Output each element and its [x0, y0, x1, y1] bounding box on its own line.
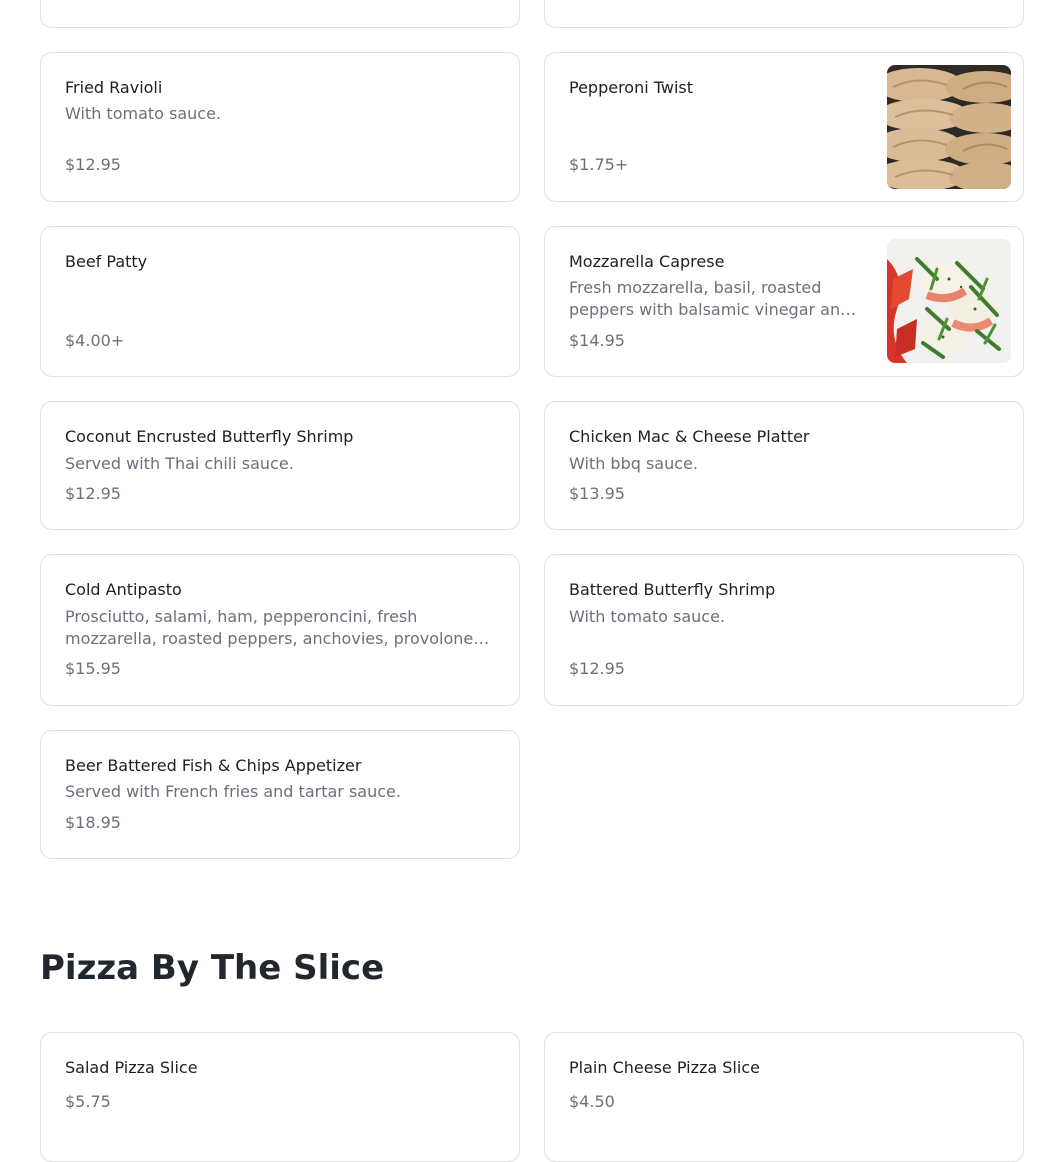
- item-title: Beer Battered Fish & Chips Appetizer: [65, 756, 362, 775]
- item-title: Cold Antipasto: [65, 580, 182, 599]
- item-price: $4.50: [569, 1092, 615, 1111]
- section-title: Pizza By The Slice: [40, 948, 385, 988]
- menu-item-pepperoni-twist[interactable]: Pepperoni Twist $1.75+: [544, 52, 1024, 202]
- menu-item-fried-ravioli[interactable]: Fried Ravioli With tomato sauce. $12.95: [40, 52, 520, 202]
- item-title: Fried Ravioli: [65, 78, 163, 97]
- item-description: Fresh mozzarella, basil, roasted peppers…: [569, 278, 851, 319]
- item-description: With tomato sauce.: [65, 104, 222, 123]
- menu-item-plain-cheese-pizza-slice[interactable]: Plain Cheese Pizza Slice $4.50: [544, 1032, 1024, 1162]
- item-price: $13.95: [569, 484, 625, 503]
- item-description: Served with Thai chili sauce.: [65, 454, 294, 473]
- menu-item-card[interactable]: [40, 0, 520, 28]
- menu-item-cold-antipasto[interactable]: Cold Antipasto Prosciutto, salami, ham, …: [40, 554, 520, 706]
- item-description: With tomato sauce.: [569, 607, 726, 626]
- item-title: Battered Butterfly Shrimp: [569, 580, 776, 599]
- menu-item-battered-shrimp[interactable]: Battered Butterfly Shrimp With tomato sa…: [544, 554, 1024, 706]
- item-title: Beef Patty: [65, 252, 148, 271]
- pepperoni-twist-photo: [887, 65, 1011, 189]
- menu-item-fish-chips[interactable]: Beer Battered Fish & Chips Appetizer Ser…: [40, 730, 520, 859]
- item-price: $12.95: [569, 659, 625, 678]
- item-price: $12.95: [65, 155, 121, 174]
- item-price: $15.95: [65, 659, 121, 678]
- menu-item-mozzarella-caprese[interactable]: Mozzarella Caprese Fresh mozzarella, bas…: [544, 226, 1024, 377]
- item-description: Served with French fries and tartar sauc…: [65, 782, 401, 801]
- item-title: Coconut Encrusted Butterfly Shrimp: [65, 427, 354, 446]
- menu-item-chicken-mac-cheese[interactable]: Chicken Mac & Cheese Platter With bbq sa…: [544, 401, 1024, 530]
- item-price: $1.75+: [569, 155, 629, 174]
- menu-item-card[interactable]: [544, 0, 1024, 28]
- item-description: With bbq sauce.: [569, 454, 698, 473]
- item-title: Salad Pizza Slice: [65, 1058, 198, 1077]
- item-title: Mozzarella Caprese: [569, 252, 725, 271]
- item-price: $14.95: [569, 331, 625, 350]
- item-title: Plain Cheese Pizza Slice: [569, 1058, 760, 1077]
- item-price: $12.95: [65, 484, 121, 503]
- item-title: Chicken Mac & Cheese Platter: [569, 427, 810, 446]
- item-price: $18.95: [65, 813, 121, 832]
- mozzarella-caprese-photo: [887, 239, 1011, 363]
- menu-item-salad-pizza-slice[interactable]: Salad Pizza Slice $5.75: [40, 1032, 520, 1162]
- item-description: Prosciutto, salami, ham, pepperoncini, f…: [65, 607, 474, 648]
- menu-item-coconut-shrimp[interactable]: Coconut Encrusted Butterfly Shrimp Serve…: [40, 401, 520, 530]
- item-title: Pepperoni Twist: [569, 78, 694, 97]
- item-price: $4.00+: [65, 331, 125, 350]
- menu-item-beef-patty[interactable]: Beef Patty $4.00+: [40, 226, 520, 377]
- item-price: $5.75: [65, 1092, 111, 1111]
